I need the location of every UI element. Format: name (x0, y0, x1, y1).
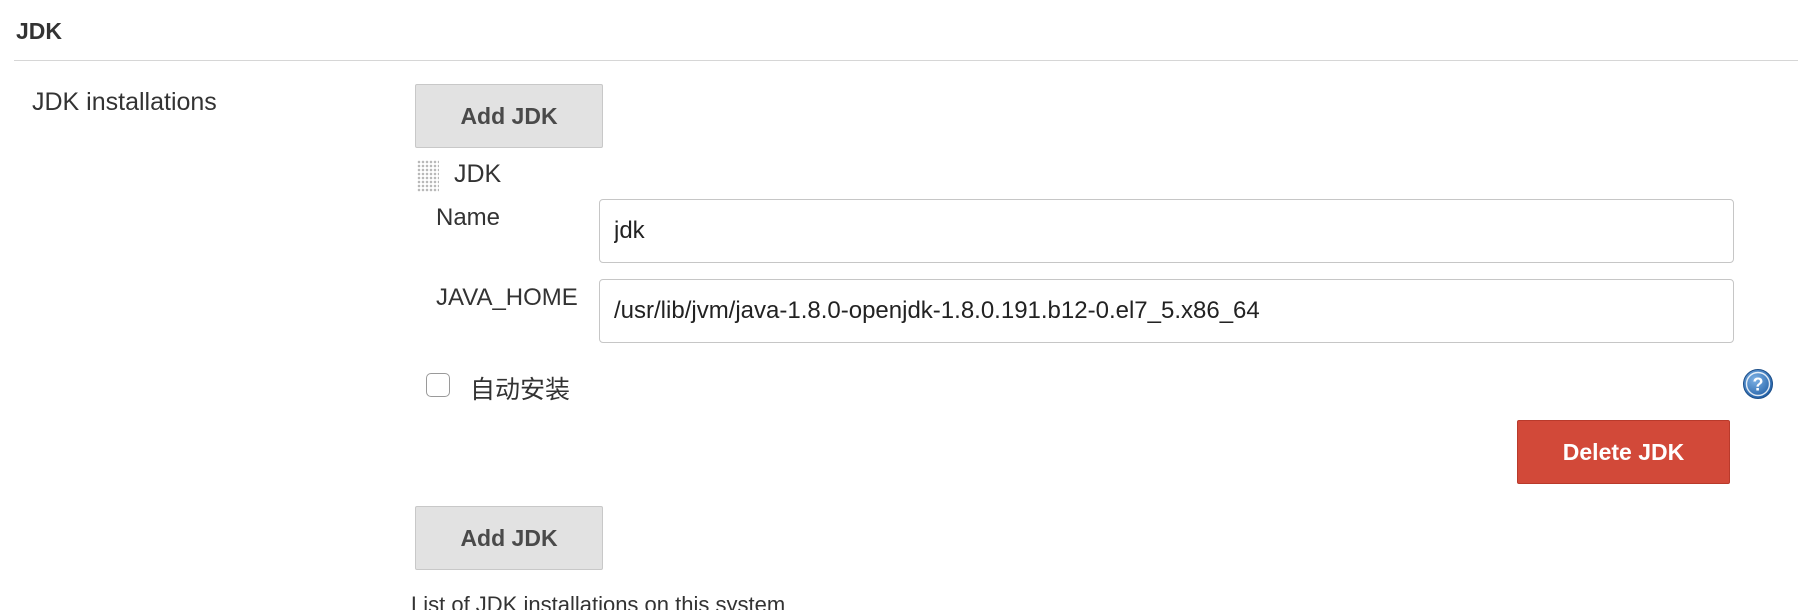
svg-text:?: ? (1753, 375, 1764, 395)
help-icon[interactable]: ? (1742, 368, 1774, 400)
java-home-input[interactable] (599, 279, 1734, 343)
jdk-config-page: JDK JDK installations Add JDK JDK Name J… (0, 0, 1812, 610)
jdk-installations-description: List of JDK installations on this system (411, 592, 786, 610)
name-input[interactable] (599, 199, 1734, 263)
drag-handle-icon[interactable] (417, 160, 439, 192)
auto-install-label: 自动安装 (470, 375, 571, 404)
jdk-entry-title: JDK (454, 160, 502, 188)
add-jdk-button-top[interactable]: Add JDK (415, 84, 603, 148)
name-label: Name (436, 204, 501, 231)
section-divider (14, 60, 1798, 61)
jdk-installations-label: JDK installations (32, 88, 217, 116)
auto-install-checkbox[interactable] (426, 373, 450, 397)
add-jdk-button-bottom[interactable]: Add JDK (415, 506, 603, 570)
java-home-label: JAVA_HOME (436, 284, 578, 311)
section-title: JDK (16, 18, 63, 44)
delete-jdk-button[interactable]: Delete JDK (1517, 420, 1730, 484)
